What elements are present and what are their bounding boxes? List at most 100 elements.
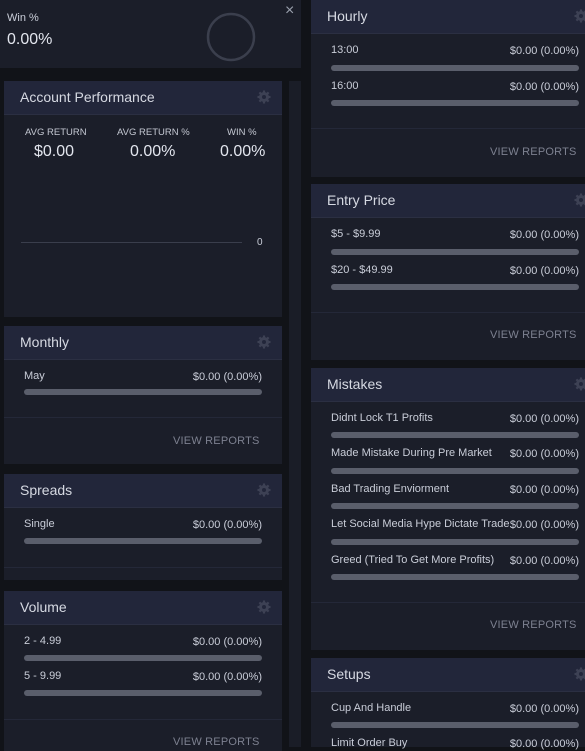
- row-value: $0.00 (0.00%): [192, 671, 262, 683]
- progress-bar: [331, 65, 579, 71]
- card-header: Setups: [311, 658, 585, 692]
- view-reports-link[interactable]: VIEW REPORTS: [490, 619, 577, 631]
- view-reports-link[interactable]: VIEW REPORTS: [173, 736, 260, 748]
- row-value: $0.00 (0.00%): [192, 371, 262, 383]
- row-label: 2 - 4.99: [24, 635, 62, 647]
- view-reports-link[interactable]: VIEW REPORTS: [173, 435, 260, 447]
- row-label: 13:00: [331, 44, 359, 56]
- monthly-card: Monthly May $0.00 (0.00%) VIEW REPORTS: [4, 326, 282, 464]
- kpi-avg-return-label: AVG RETURN: [25, 127, 87, 138]
- progress-bar: [24, 655, 262, 661]
- row-label: Made Mistake During Pre Market: [331, 447, 492, 459]
- row-value: $0.00 (0.00%): [192, 519, 262, 531]
- card-header: Hourly: [311, 0, 585, 34]
- mistakes-card: Mistakes Didnt Lock T1 Profits $0.00 (0.…: [311, 368, 585, 650]
- gear-icon[interactable]: [257, 90, 271, 104]
- gear-icon[interactable]: [257, 483, 271, 497]
- kpi-win-pct-label: WIN %: [227, 127, 257, 138]
- performance-chart-tick-label: 0: [257, 237, 263, 248]
- card-title: Monthly: [20, 334, 70, 350]
- view-reports-link[interactable]: VIEW REPORTS: [490, 146, 577, 158]
- row-label: Greed (Tried To Get More Profits): [331, 554, 495, 566]
- card-header: Spreads: [4, 474, 282, 508]
- gear-icon[interactable]: [257, 335, 271, 349]
- card-header: Account Performance: [4, 81, 282, 115]
- view-reports-link[interactable]: VIEW REPORTS: [490, 329, 577, 341]
- card-title: Entry Price: [327, 192, 396, 208]
- divider: [311, 312, 585, 313]
- row-label: Limit Order Buy: [331, 737, 408, 749]
- gear-icon[interactable]: [257, 600, 271, 614]
- divider: [311, 602, 585, 603]
- row-value: $0.00 (0.00%): [509, 484, 579, 496]
- card-header: Monthly: [4, 326, 282, 360]
- card-header: Entry Price: [311, 184, 585, 218]
- row-value: $0.00 (0.00%): [509, 45, 579, 57]
- progress-bar: [331, 432, 579, 438]
- row-label: Single: [24, 518, 55, 530]
- gear-icon[interactable]: [574, 377, 585, 391]
- win-rate-label: Win %: [7, 12, 39, 24]
- card-header: Volume: [4, 591, 282, 625]
- divider: [311, 128, 585, 129]
- row-value: $0.00 (0.00%): [192, 636, 262, 648]
- row-label: May: [24, 370, 45, 382]
- row-label: $20 - $49.99: [331, 264, 393, 276]
- gear-icon[interactable]: [574, 193, 585, 207]
- gear-icon[interactable]: [574, 667, 585, 681]
- kpi-avg-return-value: $0.00: [34, 143, 75, 160]
- spreads-card: Spreads Single $0.00 (0.00%): [4, 474, 282, 580]
- progress-bar: [24, 690, 262, 696]
- card-title: Hourly: [327, 8, 368, 24]
- kpi-win-pct-value: 0.00%: [220, 143, 266, 160]
- progress-bar: [24, 538, 262, 544]
- row-label: Let Social Media Hype Dictate Trade: [331, 518, 510, 530]
- row-label: Cup And Handle: [331, 702, 412, 714]
- kpi-avg-return-pct-label: AVG RETURN %: [117, 127, 190, 138]
- divider: [4, 567, 282, 568]
- card-title: Setups: [327, 666, 371, 682]
- row-value: $0.00 (0.00%): [509, 703, 579, 715]
- progress-bar: [331, 722, 579, 728]
- row-value: $0.00 (0.00%): [509, 738, 579, 750]
- row-value: $0.00 (0.00%): [509, 519, 579, 531]
- card-title: Account Performance: [20, 89, 155, 105]
- close-icon[interactable]: ×: [285, 2, 294, 20]
- row-value: $0.00 (0.00%): [509, 229, 579, 241]
- card-header: Mistakes: [311, 368, 585, 402]
- progress-bar: [331, 468, 579, 474]
- row-label: 5 - 9.99: [24, 670, 62, 682]
- row-value: $0.00 (0.00%): [509, 448, 579, 460]
- card-title: Mistakes: [327, 376, 383, 392]
- progress-bar: [331, 539, 579, 545]
- progress-bar: [331, 249, 579, 255]
- row-value: $0.00 (0.00%): [509, 555, 579, 567]
- setups-card: Setups Cup And Handle $0.00 (0.00%) Limi…: [311, 658, 585, 750]
- row-value: $0.00 (0.00%): [509, 413, 579, 425]
- card-title: Volume: [20, 599, 67, 615]
- gear-icon[interactable]: [574, 9, 585, 23]
- win-rate-card: Win % 0.00% ×: [0, 0, 301, 68]
- row-label: 16:00: [331, 80, 359, 92]
- card-title: Spreads: [20, 482, 73, 498]
- row-label: Bad Trading Enviorment: [331, 483, 450, 495]
- volume-card: Volume 2 - 4.99 $0.00 (0.00%) 5 - 9.99 $…: [4, 591, 282, 751]
- row-label: Didnt Lock T1 Profits: [331, 412, 433, 424]
- progress-bar: [24, 389, 262, 395]
- progress-bar: [331, 284, 579, 290]
- scroll-strip: [289, 81, 301, 747]
- account-performance-card: Account Performance AVG RETURN $0.00 AVG…: [4, 81, 282, 317]
- row-value: $0.00 (0.00%): [509, 81, 579, 93]
- row-label: $5 - $9.99: [331, 228, 381, 240]
- row-value: $0.00 (0.00%): [509, 265, 579, 277]
- hourly-card: Hourly 13:00 $0.00 (0.00%) 16:00 $0.00 (…: [311, 0, 585, 177]
- divider: [4, 719, 282, 720]
- divider: [4, 417, 282, 418]
- progress-bar: [331, 100, 579, 106]
- progress-bar: [331, 574, 579, 580]
- performance-chart-axis: [21, 242, 242, 243]
- entry-price-card: Entry Price $5 - $9.99 $0.00 (0.00%) $20…: [311, 184, 585, 360]
- win-rate-value: 0.00%: [7, 31, 53, 48]
- kpi-avg-return-pct-value: 0.00%: [130, 143, 176, 160]
- progress-ring-icon: [206, 12, 256, 62]
